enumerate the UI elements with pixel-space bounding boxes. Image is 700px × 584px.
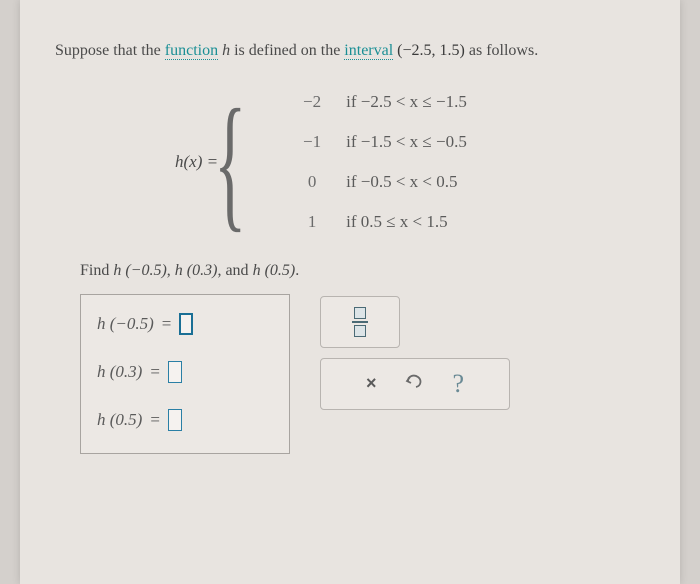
piecewise-definition: h(x) = { −2 if −2.5 < x ≤ −1.5 −1 if −1.… — [175, 92, 645, 232]
answer-row: h (0.5) = — [97, 409, 265, 431]
help-button[interactable]: ? — [452, 369, 464, 399]
piece-row: 1 if 0.5 ≤ x < 1.5 — [292, 212, 467, 232]
problem-page: Suppose that the function h is defined o… — [20, 0, 680, 584]
piece-condition: if −0.5 < x < 0.5 — [346, 172, 457, 192]
piece-value: 1 — [292, 212, 332, 232]
intro-text: Suppose that the function h is defined o… — [55, 40, 645, 62]
interval-value: (−2.5, 1.5) — [397, 42, 465, 59]
intro-prefix: Suppose that the — [55, 42, 165, 59]
answer-input-3[interactable] — [168, 409, 182, 431]
action-panel: × ? — [320, 358, 510, 410]
answer-input-2[interactable] — [168, 361, 182, 383]
find-instruction: Find h (−0.5), h (0.3), and h (0.5). — [80, 262, 645, 280]
clear-button[interactable]: × — [366, 373, 377, 394]
brace-icon: { — [214, 93, 246, 231]
answers-box: h (−0.5) = h (0.3) = h (0.5) = — [80, 294, 290, 454]
undo-icon — [404, 377, 424, 394]
answer-row: h (−0.5) = — [97, 313, 265, 335]
undo-button[interactable] — [404, 372, 424, 395]
piece-row: −1 if −1.5 < x ≤ −0.5 — [292, 132, 467, 152]
piece-value: −2 — [292, 92, 332, 112]
answer-input-1[interactable] — [179, 313, 193, 335]
piecewise-label: h(x) = — [175, 152, 218, 172]
answer-label: h (−0.5) — [97, 314, 154, 334]
piece-condition: if −1.5 < x ≤ −0.5 — [346, 132, 467, 152]
piece-value: −1 — [292, 132, 332, 152]
link-interval[interactable]: interval — [344, 42, 393, 60]
piece-value: 0 — [292, 172, 332, 192]
answer-label: h (0.5) — [97, 410, 142, 430]
piece-row: 0 if −0.5 < x < 0.5 — [292, 172, 467, 192]
piece-row: −2 if −2.5 < x ≤ −1.5 — [292, 92, 467, 112]
fraction-icon — [354, 307, 366, 319]
pieces-list: −2 if −2.5 < x ≤ −1.5 −1 if −1.5 < x ≤ −… — [292, 92, 467, 232]
link-function[interactable]: function — [165, 42, 218, 60]
piece-condition: if 0.5 ≤ x < 1.5 — [346, 212, 448, 232]
answer-row: h (0.3) = — [97, 361, 265, 383]
tool-panels: × ? — [320, 296, 510, 410]
answer-label: h (0.3) — [97, 362, 142, 382]
fraction-panel — [320, 296, 400, 348]
piece-condition: if −2.5 < x ≤ −1.5 — [346, 92, 467, 112]
fraction-button[interactable] — [352, 307, 368, 337]
answer-area: h (−0.5) = h (0.3) = h (0.5) = — [80, 294, 645, 454]
intro-hvar: h — [222, 42, 230, 59]
